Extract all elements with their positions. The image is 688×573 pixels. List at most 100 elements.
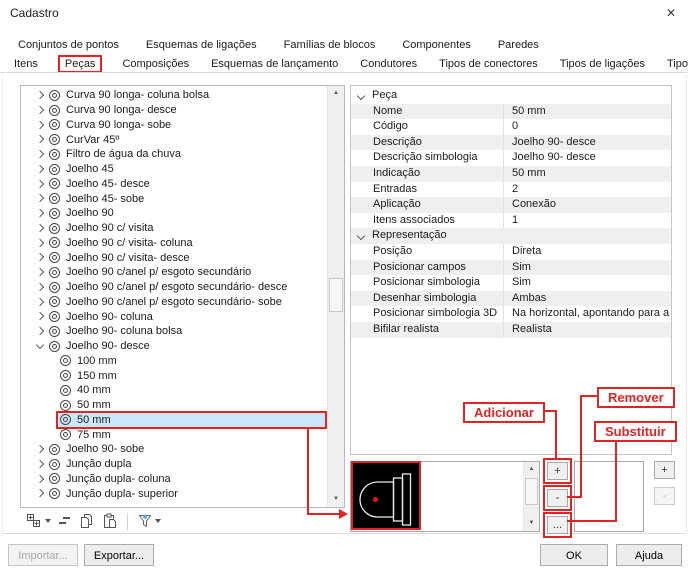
tab-tipos-de-pontos[interactable]: Tipos de pontos — [667, 58, 688, 70]
tree-item[interactable]: Curva 90 longa- coluna bolsa — [21, 88, 328, 103]
property-row[interactable]: Bifilar realista Realista — [351, 321, 671, 338]
tab-esquemas-de-liga-es[interactable]: Esquemas de ligações — [146, 39, 257, 51]
tab-esquemas-de-lan-amento[interactable]: Esquemas de lançamento — [211, 58, 338, 70]
tree-item[interactable]: 40 mm — [21, 383, 328, 398]
remove-symbol-button[interactable]: - — [547, 489, 568, 507]
property-value[interactable]: Joelho 90- desce — [503, 134, 671, 151]
close-icon[interactable]: ✕ — [660, 3, 682, 23]
chevron-right-icon[interactable] — [34, 103, 49, 118]
property-value[interactable]: Realista — [503, 321, 671, 338]
tree-item[interactable]: Joelho 90- desce — [21, 339, 328, 354]
property-row[interactable]: Indicação 50 mm — [351, 165, 671, 182]
tab-componentes[interactable]: Componentes — [402, 39, 471, 51]
property-row[interactable]: Entradas 2 — [351, 181, 671, 198]
tree-item[interactable]: Joelho 90 c/ visita — [21, 221, 328, 236]
chevron-right-icon[interactable] — [34, 324, 49, 339]
property-value[interactable]: 2 — [503, 181, 671, 198]
symbol-preview[interactable] — [351, 461, 421, 530]
tree-item[interactable]: Curva 90 longa- desce — [21, 103, 328, 118]
property-row[interactable]: Nome 50 mm — [351, 103, 671, 120]
property-row[interactable]: Desenhar simbologia Ambas — [351, 290, 671, 307]
chevron-right-icon[interactable] — [34, 191, 49, 206]
property-value[interactable]: Sim — [503, 259, 671, 276]
property-row[interactable]: Posição Direta — [351, 243, 671, 260]
tab-composi-es[interactable]: Composições — [122, 58, 189, 70]
chevron-down-icon[interactable] — [355, 88, 369, 104]
chevron-right-icon[interactable] — [34, 265, 49, 280]
tree-item[interactable]: Joelho 90 c/anel p/ esgoto secundário- s… — [21, 295, 328, 310]
tree-item[interactable]: Joelho 90- sobe — [21, 442, 328, 457]
dropdown-arrow-icon[interactable] — [155, 519, 161, 523]
property-row[interactable]: Posicionar simbologia Sim — [351, 275, 671, 291]
browse-symbol-button[interactable]: ... — [547, 516, 568, 534]
tree-item[interactable]: Joelho 90 c/anel p/ esgoto secundário- d… — [21, 280, 328, 295]
tree-item[interactable]: Joelho 45 — [21, 162, 328, 177]
chevron-right-icon[interactable] — [34, 309, 49, 324]
add-symbol-button[interactable]: + — [547, 462, 568, 480]
tree-item[interactable]: Joelho 90 c/ visita- coluna — [21, 236, 328, 251]
property-value[interactable]: Sim — [503, 275, 671, 291]
property-row[interactable]: Código 0 — [351, 119, 671, 135]
property-row[interactable]: Itens associados 1 — [351, 212, 671, 229]
chevron-right-icon[interactable] — [34, 221, 49, 236]
tab-tipos-de-conectores[interactable]: Tipos de conectores — [439, 58, 538, 70]
tab-conjuntos-de-pontos[interactable]: Conjuntos de pontos — [18, 39, 119, 51]
ok-button[interactable]: OK — [540, 544, 608, 566]
chevron-right-icon[interactable] — [34, 162, 49, 177]
property-row[interactable]: Descrição Joelho 90- desce — [351, 134, 671, 151]
chevron-right-icon[interactable] — [34, 132, 49, 147]
scroll-down-icon[interactable]: ▼ — [328, 492, 344, 507]
chevron-right-icon[interactable] — [34, 236, 49, 251]
tree-item[interactable]: Joelho 90 c/ visita- desce — [21, 250, 328, 265]
property-row[interactable]: Posicionar simbologia 3D Na horizontal, a… — [351, 306, 671, 322]
remove-button[interactable]: - — [654, 487, 675, 505]
tab-condutores[interactable]: Condutores — [360, 58, 417, 70]
filter-icon[interactable] — [137, 513, 161, 529]
tree-item[interactable]: Junção dupla- superior — [21, 486, 328, 501]
tree-item[interactable]: Joelho 90 — [21, 206, 328, 221]
property-row[interactable]: Posicionar campos Sim — [351, 259, 671, 276]
scroll-up-icon[interactable]: ▲ — [524, 462, 539, 477]
tab-paredes[interactable]: Paredes — [498, 39, 539, 51]
tree-item[interactable]: Junção dupla — [21, 457, 328, 472]
tree-item[interactable]: Filtro de água da chuva — [21, 147, 328, 162]
tree-item[interactable]: 100 mm — [21, 354, 328, 369]
ajuda-button[interactable]: Ajuda — [616, 544, 682, 566]
chevron-right-icon[interactable] — [34, 206, 49, 221]
property-value[interactable]: Conexão — [503, 197, 671, 213]
tab-itens[interactable]: Itens — [14, 58, 38, 70]
property-value[interactable]: 1 — [503, 212, 671, 229]
tree-item[interactable]: Joelho 45- sobe — [21, 191, 328, 206]
chevron-right-icon[interactable] — [34, 295, 49, 310]
chevron-right-icon[interactable] — [34, 442, 49, 457]
tree-item[interactable]: CurVar 45º — [21, 132, 328, 147]
add-button[interactable]: + — [654, 461, 675, 479]
chevron-right-icon[interactable] — [34, 147, 49, 162]
property-value[interactable]: Direta — [503, 243, 671, 260]
chevron-right-icon[interactable] — [34, 486, 49, 501]
property-value[interactable]: Na horizontal, apontando para a ... — [503, 306, 671, 322]
tree-item[interactable]: Joelho 90 c/anel p/ esgoto secundário — [21, 265, 328, 280]
chevron-right-icon[interactable] — [34, 472, 49, 487]
chevron-right-icon[interactable] — [34, 177, 49, 192]
scroll-down-icon[interactable]: ▼ — [524, 516, 539, 531]
tree-item[interactable]: Joelho 90- coluna — [21, 309, 328, 324]
property-value[interactable]: 50 mm — [503, 103, 671, 120]
tree-item[interactable]: Joelho 45- desce — [21, 177, 328, 192]
chevron-right-icon[interactable] — [34, 118, 49, 133]
exportar-button[interactable]: Exportar... — [84, 544, 154, 566]
tree-item[interactable]: 75 mm — [21, 427, 328, 442]
chevron-right-icon[interactable] — [34, 457, 49, 472]
collapse-items-icon[interactable] — [58, 513, 72, 529]
property-row[interactable]: Aplicação Conexão — [351, 197, 671, 213]
tree-item[interactable]: 150 mm — [21, 368, 328, 383]
tree-item[interactable]: 50 mm — [21, 410, 328, 429]
tab-fam-lias-de-blocos[interactable]: Famílias de blocos — [284, 39, 376, 51]
tree-item[interactable]: Curva 90 longa- sobe — [21, 118, 328, 133]
tab-pe-as[interactable]: Peças — [57, 55, 103, 73]
add-items-icon[interactable] — [26, 513, 51, 529]
property-value[interactable]: Joelho 90- desce — [503, 150, 671, 166]
tree-item[interactable]: Joelho 90- coluna bolsa — [21, 324, 328, 339]
chevron-right-icon[interactable] — [34, 280, 49, 295]
scroll-up-icon[interactable]: ▲ — [328, 86, 344, 101]
